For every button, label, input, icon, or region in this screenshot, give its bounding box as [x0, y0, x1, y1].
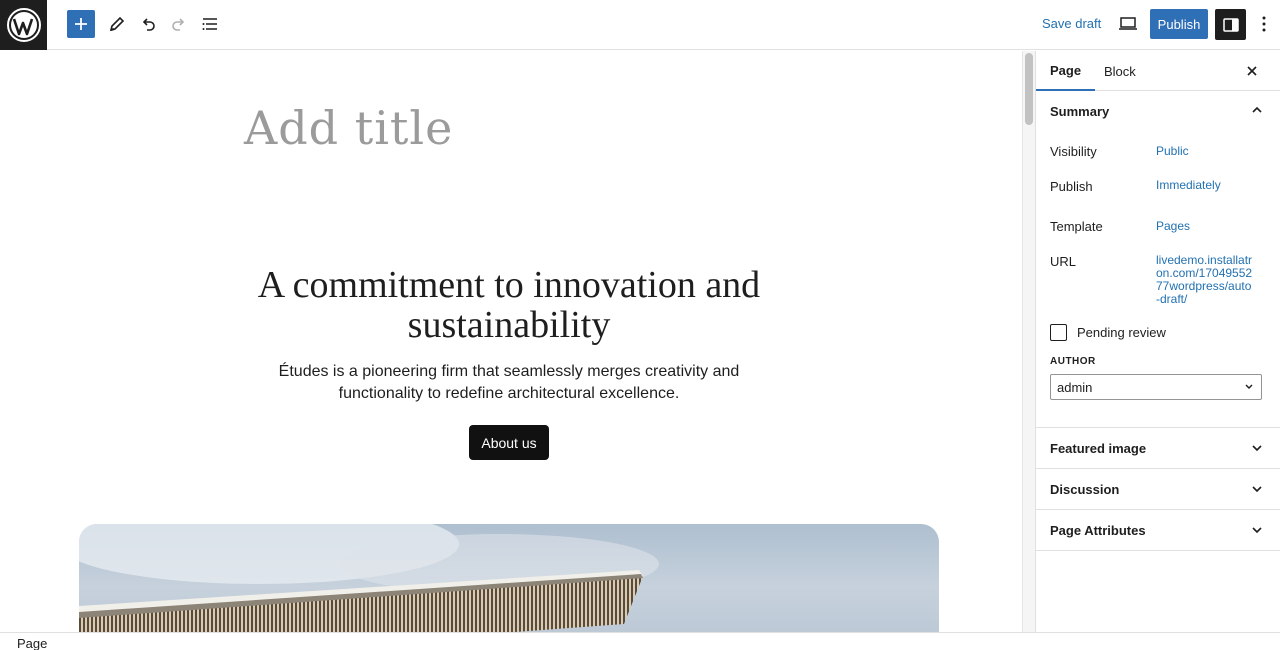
summary-panel-toggle[interactable]: Summary [1036, 91, 1280, 131]
wordpress-logo-icon[interactable] [0, 0, 47, 50]
featured-image-panel-toggle[interactable]: Featured image [1036, 428, 1280, 469]
discussion-heading: Discussion [1050, 481, 1120, 497]
chevron-down-icon [1245, 384, 1253, 389]
hero-image[interactable] [79, 524, 939, 632]
summary-heading: Summary [1050, 103, 1110, 119]
settings-sidebar: Page Block Summary Visibility Public Pub… [1035, 51, 1280, 632]
more-vertical-icon [1262, 16, 1266, 32]
close-icon [1247, 66, 1257, 76]
author-value: admin [1057, 379, 1093, 395]
publish-button[interactable]: Publish [1150, 9, 1208, 39]
discussion-panel-toggle[interactable]: Discussion [1036, 469, 1280, 510]
page-attributes-heading: Page Attributes [1050, 522, 1146, 538]
building-image [79, 524, 659, 632]
chevron-down-icon [1252, 445, 1262, 452]
undo-icon [142, 18, 155, 31]
canvas-scrollbar[interactable] [1022, 51, 1035, 632]
paragraph-block[interactable]: Études is a pioneering firm that seamles… [250, 361, 768, 405]
plus-icon [75, 18, 87, 30]
undo-button[interactable] [134, 10, 162, 38]
publish-date-value[interactable]: Immediately [1156, 179, 1221, 192]
sidebar-tabs: Page Block [1036, 51, 1280, 91]
tab-block[interactable]: Block [1090, 51, 1150, 91]
redo-button[interactable] [165, 10, 193, 38]
block-inserter-button[interactable] [67, 10, 95, 38]
visibility-label: Visibility [1050, 144, 1097, 159]
breadcrumb[interactable]: Page [17, 636, 47, 650]
page-attributes-panel-toggle[interactable]: Page Attributes [1036, 510, 1280, 551]
url-value[interactable]: livedemo.installatron.com/1704955277word… [1156, 254, 1254, 306]
list-view-icon [202, 18, 217, 30]
heading-block[interactable]: A commitment to innovation and sustainab… [200, 265, 818, 345]
desktop-preview-icon [1119, 17, 1137, 30]
document-overview-button[interactable] [196, 10, 224, 38]
pending-review-label: Pending review [1077, 325, 1166, 340]
visibility-value[interactable]: Public [1156, 145, 1189, 158]
editor-canvas: Add title A commitment to innovation and… [0, 51, 1022, 632]
scrollbar-thumb[interactable] [1025, 53, 1033, 125]
template-value[interactable]: Pages [1156, 220, 1190, 233]
chevron-up-icon [1252, 106, 1262, 113]
preview-button[interactable] [1114, 10, 1142, 38]
template-label: Template [1050, 219, 1103, 234]
publish-label: Publish [1050, 179, 1093, 194]
pending-review-checkbox[interactable]: Pending review [1050, 324, 1166, 341]
tab-page[interactable]: Page [1036, 51, 1096, 91]
editor-toolbar: Save draft Publish [0, 0, 1280, 50]
chevron-down-icon [1252, 486, 1262, 493]
featured-image-heading: Featured image [1050, 440, 1147, 456]
options-menu-button[interactable] [1252, 10, 1276, 38]
settings-toggle-button[interactable] [1215, 9, 1246, 40]
pencil-icon [109, 16, 125, 32]
post-title-input[interactable]: Add title [244, 101, 453, 155]
redo-icon [172, 18, 185, 31]
close-settings-button[interactable] [1240, 59, 1264, 83]
summary-panel: Visibility Public Publish Immediately Te… [1036, 131, 1280, 428]
author-select[interactable]: admin [1050, 374, 1262, 400]
author-label: AUTHOR [1050, 356, 1096, 367]
checkbox[interactable] [1050, 324, 1067, 341]
editor-footer: Page [0, 632, 1280, 650]
chevron-down-icon [1252, 527, 1262, 534]
tools-button[interactable] [103, 10, 131, 38]
url-label: URL [1050, 254, 1077, 269]
about-us-button-block[interactable]: About us [469, 425, 549, 460]
sidebar-icon [1222, 17, 1239, 32]
save-draft-button[interactable]: Save draft [1036, 13, 1107, 34]
